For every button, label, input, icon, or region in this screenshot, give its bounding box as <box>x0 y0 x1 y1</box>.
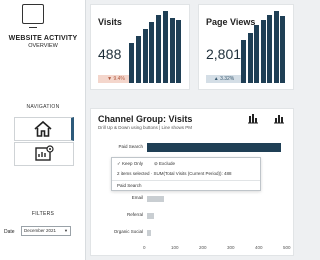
kpi-value: 488 <box>98 46 122 62</box>
kpi-title: Visits <box>98 17 122 27</box>
kpi-sparkline <box>241 11 287 83</box>
channel-row-label: Email <box>131 195 143 200</box>
sparkline-bar <box>142 29 148 83</box>
kpi-card-visits: Visits 488 ▼ 9.4% <box>90 4 190 90</box>
sparkline-bar <box>135 36 141 83</box>
home-icon <box>34 120 52 137</box>
sparkline-bar <box>156 14 161 83</box>
sparkline-bar <box>280 16 286 83</box>
x-axis-tick: 300 <box>227 245 235 250</box>
sparkline-bar <box>241 39 246 83</box>
nav-details-button[interactable] <box>14 142 74 166</box>
channel-subtitle: Drill Up & Down using buttons | Line sho… <box>98 125 192 130</box>
sparkline-bar <box>267 14 273 83</box>
nav-home-button[interactable] <box>14 117 74 141</box>
channel-row-label: Referral <box>126 212 143 217</box>
kpi-value: 2,801 <box>206 46 242 62</box>
exclude-button[interactable]: ⊘ Exclude <box>154 161 175 167</box>
date-filter-label: Date <box>4 229 15 235</box>
channel-bar[interactable] <box>147 213 154 219</box>
tooltip-row-label: Paid Search <box>117 183 142 188</box>
sparkline-bar <box>169 18 175 83</box>
channel-bar[interactable] <box>147 230 151 236</box>
sparkline-bar <box>247 32 253 83</box>
date-filter-value: December 2021 <box>24 228 57 233</box>
keep-only-button[interactable]: ✓ Keep Only <box>117 161 143 167</box>
sparkline-bar <box>273 11 279 83</box>
filters-header: FILTERS <box>31 211 55 217</box>
x-axis-tick: 400 <box>255 245 263 250</box>
app-title: WEBSITE ACTIVITY <box>8 35 78 42</box>
channel-bar[interactable] <box>147 143 281 152</box>
channel-bar[interactable] <box>147 196 164 202</box>
kpi-sparkline <box>129 11 183 83</box>
x-axis-tick: 100 <box>171 245 179 250</box>
selection-tooltip: ✓ Keep Only ⊘ Exclude 2 items selected ·… <box>111 157 261 191</box>
kpi-card-page-views: Page Views 2,801 ▲ 3.32% <box>198 4 294 90</box>
channel-row-label: Paid Search <box>118 144 143 149</box>
drill-down-icon[interactable] <box>247 113 259 124</box>
sparkline-bar <box>260 19 266 83</box>
monitor-icon <box>22 4 44 28</box>
tooltip-summary: 2 items selected · SUM(Total Visits (Cur… <box>117 171 232 176</box>
sparkline-bar <box>149 21 155 83</box>
sparkline-bar <box>162 11 168 83</box>
sparkline-bar <box>176 19 182 83</box>
sidebar: WEBSITE ACTIVITY OVERVIEW NAVIGATION FIL… <box>0 0 86 260</box>
tooltip-divider <box>112 180 260 181</box>
sparkline-bar <box>129 43 134 83</box>
x-axis-tick: 500 <box>283 245 291 250</box>
drill-up-icon[interactable] <box>273 113 285 124</box>
navigation-header: NAVIGATION <box>26 104 60 110</box>
x-axis-tick: 0 <box>143 245 146 250</box>
app-subtitle: OVERVIEW <box>28 43 58 49</box>
channel-row-label: Organic Social <box>113 229 143 234</box>
kpi-change-badge: ▲ 3.32% <box>206 75 242 83</box>
channel-title: Channel Group: Visits <box>98 114 193 124</box>
sparkline-bar <box>254 25 260 83</box>
chevron-down-icon: ▼ <box>64 228 68 233</box>
chart-settings-icon <box>35 145 54 161</box>
x-axis-tick: 200 <box>199 245 207 250</box>
date-filter-select[interactable]: December 2021 ▼ <box>21 226 71 236</box>
